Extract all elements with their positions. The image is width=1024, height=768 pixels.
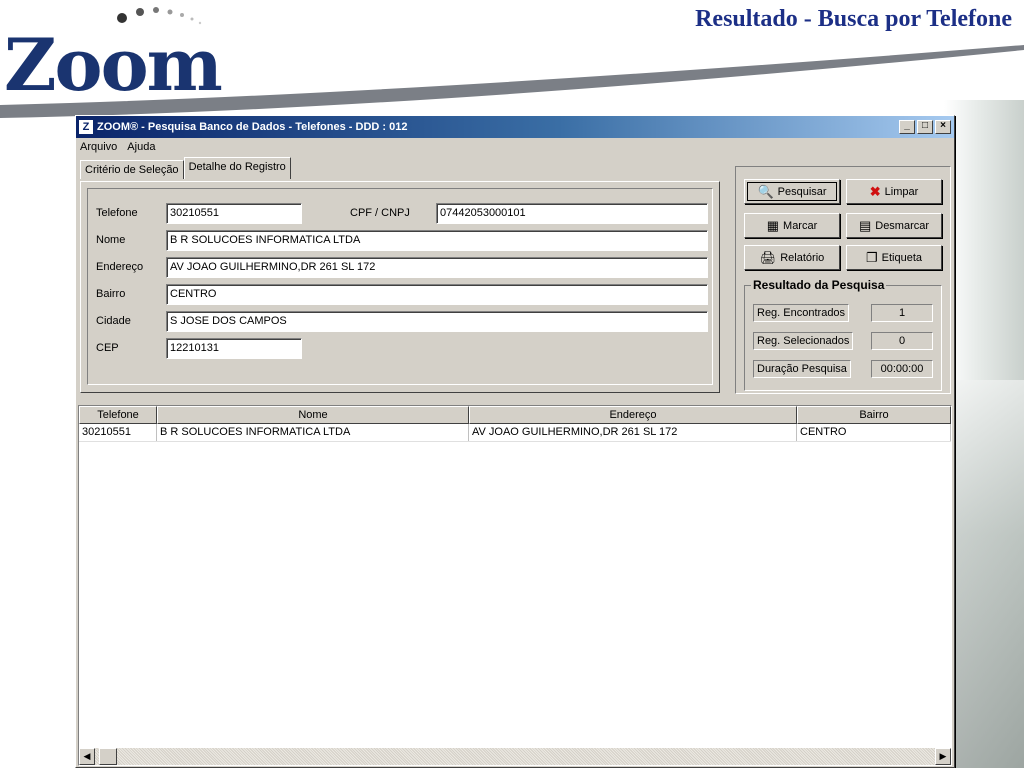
cidade-label: Cidade: [96, 315, 131, 327]
menu-arquivo[interactable]: Arquivo: [80, 141, 117, 153]
desmarcar-label: Desmarcar: [875, 219, 930, 232]
etiqueta-label: Etiqueta: [881, 251, 923, 264]
header-nome[interactable]: Nome: [157, 406, 469, 424]
menu-ajuda[interactable]: Ajuda: [127, 141, 155, 153]
limpar-button[interactable]: ✖ Limpar: [846, 179, 942, 204]
selecionados-label: Reg. Selecionados: [753, 332, 854, 350]
maximize-button[interactable]: □: [917, 120, 933, 134]
results-grid: Telefone Nome Endereço Bairro 30210551 B…: [78, 405, 952, 766]
desmarcar-button[interactable]: ▤ Desmarcar: [846, 213, 942, 238]
encontrados-label: Reg. Encontrados: [753, 304, 850, 322]
close-button[interactable]: ×: [935, 120, 951, 134]
tab-criterio[interactable]: Critério de Seleção: [80, 160, 184, 179]
unmark-icon: ▤: [858, 217, 872, 233]
endereco-field[interactable]: AV JOAO GUILHERMINO,DR 261 SL 172: [166, 257, 708, 278]
grid-header: Telefone Nome Endereço Bairro: [79, 406, 951, 424]
duracao-value: 00:00:00: [871, 360, 933, 378]
nome-field[interactable]: B R SOLUCOES INFORMATICA LTDA: [166, 230, 708, 251]
label-icon: ❐: [865, 249, 878, 265]
cep-label: CEP: [96, 342, 119, 354]
telefone-label: Telefone: [96, 207, 138, 219]
table-row[interactable]: 30210551 B R SOLUCOES INFORMATICA LTDA A…: [79, 424, 951, 442]
cell-nome: B R SOLUCOES INFORMATICA LTDA: [157, 424, 469, 441]
bairro-label: Bairro: [96, 288, 126, 300]
resultado-group: Resultado da Pesquisa Reg. Encontrados 1…: [744, 278, 942, 391]
scroll-right-icon[interactable]: ▶: [935, 748, 951, 765]
limpar-label: Limpar: [884, 185, 919, 198]
cep-field[interactable]: 12210131: [166, 338, 302, 359]
header-bairro[interactable]: Bairro: [797, 406, 951, 424]
action-panel: 🔍 Pesquisar ✖ Limpar ▦ Marcar ▤ Desmarcar 🖨 R…: [735, 166, 951, 394]
mark-icon: ▦: [766, 217, 780, 233]
magnifier-icon: 🔍: [757, 183, 774, 199]
tab-detalhe[interactable]: Detalhe do Registro: [183, 157, 291, 179]
scroll-left-icon[interactable]: ◀: [79, 748, 95, 765]
minimize-button[interactable]: _: [899, 120, 915, 134]
app-icon: Z: [79, 120, 93, 134]
endereco-label: Endereço: [96, 261, 144, 273]
cidade-field[interactable]: S JOSE DOS CAMPOS: [166, 311, 708, 332]
marcar-button[interactable]: ▦ Marcar: [744, 213, 840, 238]
window-title: ZOOM® - Pesquisa Banco de Dados - Telefo…: [97, 121, 408, 133]
report-icon: 🖨: [759, 249, 777, 265]
cell-endereco: AV JOAO GUILHERMINO,DR 261 SL 172: [469, 424, 797, 441]
cpf-field[interactable]: 07442053000101: [436, 203, 708, 224]
menu-bar: Arquivo Ajuda: [76, 138, 954, 156]
red-x-icon: ✖: [869, 183, 881, 199]
pesquisar-button[interactable]: 🔍 Pesquisar: [744, 179, 840, 204]
etiqueta-button[interactable]: ❐ Etiqueta: [846, 245, 942, 270]
resultado-title: Resultado da Pesquisa: [751, 278, 887, 292]
app-window: Z ZOOM® - Pesquisa Banco de Dados - Tele…: [75, 115, 955, 768]
cell-bairro: CENTRO: [797, 424, 951, 441]
duracao-label: Duração Pesquisa: [753, 360, 851, 378]
tab-strip: Critério de Seleção Detalhe do Registro: [80, 157, 291, 179]
cpf-label: CPF / CNPJ: [350, 207, 410, 219]
detail-box: Telefone 30210551 CPF / CNPJ 07442053000…: [87, 188, 713, 385]
header-telefone[interactable]: Telefone: [79, 406, 157, 424]
encontrados-value: 1: [871, 304, 933, 322]
logo-text: Zoom: [4, 22, 223, 107]
pesquisar-label: Pesquisar: [777, 185, 827, 198]
telefone-field[interactable]: 30210551: [166, 203, 302, 224]
nome-label: Nome: [96, 234, 126, 246]
horizontal-scrollbar[interactable]: [79, 748, 951, 765]
scroll-thumb[interactable]: [99, 748, 117, 765]
selecionados-value: 0: [871, 332, 933, 350]
window-titlebar[interactable]: Z ZOOM® - Pesquisa Banco de Dados - Tele…: [76, 116, 954, 138]
slide-title: Resultado - Busca por Telefone: [695, 6, 1012, 32]
relatorio-label: Relatório: [780, 251, 825, 264]
cell-telefone: 30210551: [79, 424, 157, 441]
zoom-logo: Zoom: [0, 0, 260, 107]
marcar-label: Marcar: [783, 219, 818, 232]
bairro-field[interactable]: CENTRO: [166, 284, 708, 305]
relatorio-button[interactable]: 🖨 Relatório: [744, 245, 840, 270]
detail-panel: Telefone 30210551 CPF / CNPJ 07442053000…: [80, 181, 720, 393]
header-endereco[interactable]: Endereço: [469, 406, 797, 424]
